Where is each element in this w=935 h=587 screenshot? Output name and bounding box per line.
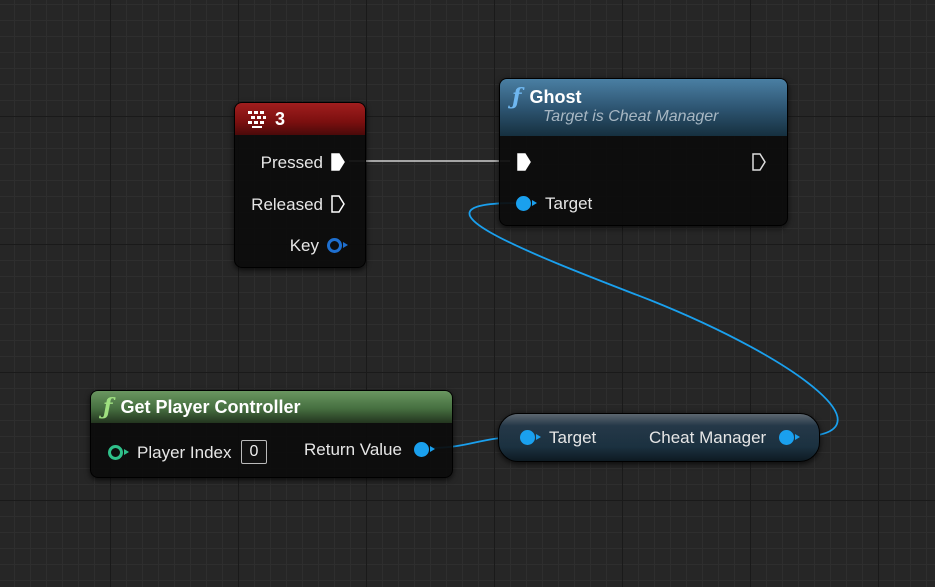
player-index-pin[interactable] bbox=[108, 445, 129, 460]
cheat-manager-target-label: Target bbox=[549, 428, 597, 447]
keyboard-icon bbox=[248, 111, 266, 128]
pressed-exec-pin[interactable] bbox=[331, 153, 345, 171]
released-label: Released bbox=[251, 195, 323, 214]
key-label: Key bbox=[289, 236, 319, 255]
ghost-title: Ghost bbox=[529, 86, 582, 107]
ghost-node[interactable]: ƒ Ghost Target is Cheat Manager Target bbox=[499, 78, 788, 226]
ghost-exec-in-pin[interactable] bbox=[517, 153, 531, 171]
get-player-controller-node[interactable]: ƒ Get Player Controller Player Index 0 R… bbox=[90, 390, 453, 478]
ghost-exec-out-pin[interactable] bbox=[752, 153, 766, 171]
player-index-label: Player Index bbox=[137, 443, 232, 462]
return-value-label: Return Value bbox=[304, 440, 402, 459]
get-player-controller-title: Get Player Controller bbox=[120, 396, 301, 417]
cheat-manager-target-pin[interactable] bbox=[520, 430, 541, 445]
released-exec-pin[interactable] bbox=[331, 195, 345, 213]
ghost-header: ƒ Ghost Target is Cheat Manager bbox=[500, 79, 787, 136]
ghost-target-label: Target bbox=[545, 194, 593, 213]
function-icon: ƒ bbox=[512, 84, 522, 110]
ghost-subtitle: Target is Cheat Manager bbox=[543, 108, 719, 125]
cheat-manager-output-pin[interactable] bbox=[779, 430, 800, 445]
wires-layer bbox=[349, 160, 839, 449]
key-event-header: 3 bbox=[235, 103, 365, 135]
ghost-target-pin[interactable] bbox=[516, 196, 537, 211]
cheat-manager-output-label: Cheat Manager bbox=[649, 428, 767, 447]
function-icon: ƒ bbox=[103, 394, 113, 420]
key-event-title: 3 bbox=[275, 108, 286, 129]
get-player-controller-header: ƒ Get Player Controller bbox=[91, 391, 452, 423]
return-value-pin[interactable] bbox=[414, 442, 435, 457]
cheat-manager-getter-node[interactable]: Target Cheat Manager bbox=[498, 413, 820, 462]
player-index-field[interactable]: 0 bbox=[241, 440, 267, 464]
key-pin[interactable] bbox=[327, 238, 348, 253]
key-event-node[interactable]: 3 Pressed Released Key bbox=[234, 102, 366, 268]
wire-cheat-manager-to-ghost-target bbox=[468, 202, 839, 438]
pressed-label: Pressed bbox=[260, 153, 323, 172]
